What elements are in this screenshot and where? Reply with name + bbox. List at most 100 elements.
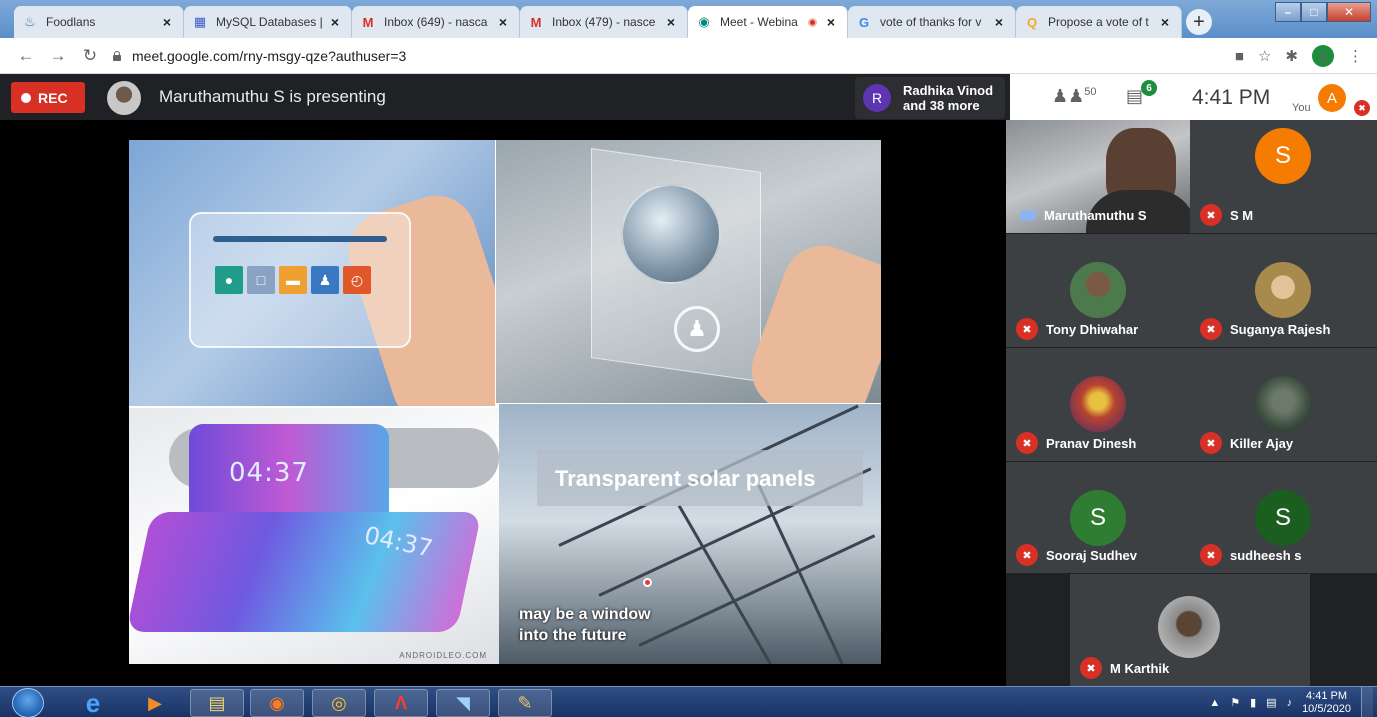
- speaking-indicator-icon: ▮▮▮: [1019, 207, 1036, 222]
- participant-name: Pranav Dinesh: [1046, 435, 1137, 451]
- join-line-2: and 38 more: [903, 98, 980, 113]
- taskbar-clock[interactable]: 4:41 PM 10/5/2020: [1302, 690, 1351, 716]
- participant-tile[interactable]: ✖ Suganya Rajesh: [1190, 234, 1377, 347]
- acrobat-icon[interactable]: Λ: [374, 689, 428, 717]
- tab-propose-vote[interactable]: Q Propose a vote of t ×: [1016, 6, 1182, 38]
- volume-icon[interactable]: ♪: [1287, 697, 1293, 709]
- close-icon[interactable]: ×: [1157, 14, 1173, 30]
- participant-photo: [1070, 376, 1126, 432]
- tray-expand-icon[interactable]: ▲: [1209, 697, 1220, 709]
- mic-off-icon: ✖: [1200, 432, 1222, 454]
- tab-foodlans[interactable]: ♨ Foodlans ×: [14, 6, 184, 38]
- tab-label: vote of thanks for v: [880, 15, 982, 29]
- taskbar-date: 10/5/2020: [1302, 702, 1351, 715]
- tab-label: Foodlans: [46, 15, 96, 29]
- mysql-icon: ▦: [193, 14, 207, 29]
- forward-arrow-icon[interactable]: →: [48, 46, 68, 66]
- media-player-icon[interactable]: ▶: [128, 689, 182, 717]
- glass-phone-shape: ● □ ▬ ♟ ◴: [189, 212, 411, 348]
- participant-photo: [1255, 376, 1311, 432]
- participant-tile[interactable]: ✖ M Karthik: [1070, 574, 1310, 686]
- participant-name: sudheesh s: [1230, 547, 1302, 563]
- tab-inbox-649[interactable]: M Inbox (649) - nasca ×: [352, 6, 520, 38]
- extensions-puzzle-icon[interactable]: ✱: [1285, 47, 1298, 65]
- close-icon[interactable]: ×: [159, 14, 175, 30]
- close-icon[interactable]: ×: [327, 14, 343, 30]
- participant-label: ✖ Killer Ajay: [1200, 432, 1293, 454]
- tab-vote-of-thanks[interactable]: G vote of thanks for v ×: [848, 6, 1016, 38]
- participant-name: S M: [1230, 207, 1254, 223]
- star-bookmark-icon[interactable]: ☆: [1258, 47, 1271, 65]
- chat-badge: 6: [1141, 80, 1157, 96]
- meet-top-bar: REC Maruthamuthu S is presenting R Radhi…: [0, 74, 1377, 120]
- presentation-stage[interactable]: ● □ ▬ ♟ ◴ ♟ 04:37 04:37 ANDROIDLEO.COM T…: [0, 120, 1006, 686]
- slide-image-transparent-phone: ● □ ▬ ♟ ◴: [129, 140, 495, 406]
- laser-pointer-cursor: [643, 578, 652, 587]
- participant-photo: [1158, 596, 1220, 658]
- url-text: meet.google.com/rny-msgy-qze?authuser=3: [132, 48, 407, 64]
- ie-icon[interactable]: e: [66, 688, 120, 717]
- presenter-avatar: [107, 81, 141, 115]
- show-desktop-button[interactable]: [1361, 687, 1373, 717]
- close-icon[interactable]: ×: [663, 14, 679, 30]
- participant-name: Sooraj Sudhev: [1046, 547, 1138, 563]
- people-button[interactable]: ♟♟50: [1052, 86, 1097, 107]
- close-icon[interactable]: ×: [495, 14, 511, 30]
- mic-off-icon: ✖: [1354, 100, 1370, 116]
- you-label: You: [1292, 102, 1311, 114]
- participant-tile[interactable]: S ✖ sudheesh s: [1190, 462, 1377, 573]
- participant-tile[interactable]: ✖ Killer Ajay: [1190, 348, 1377, 461]
- tab-inbox-479[interactable]: M Inbox (479) - nasce ×: [520, 6, 688, 38]
- minimize-button[interactable]: –: [1275, 2, 1301, 22]
- join-line-1: Radhika Vinod: [903, 83, 994, 98]
- participant-tile[interactable]: ✖ Tony Dhiwahar: [1006, 234, 1190, 347]
- close-icon[interactable]: ×: [823, 14, 839, 30]
- tab-meet-webinar[interactable]: ◉ Meet - Webina ×: [688, 6, 848, 38]
- participant-avatar: S: [1255, 128, 1311, 184]
- participant-name: Tony Dhiwahar: [1046, 321, 1139, 337]
- account-avatar[interactable]: a: [1312, 45, 1334, 67]
- quora-icon: Q: [1026, 14, 1038, 30]
- tab-mysql[interactable]: ▦ MySQL Databases | ×: [184, 6, 352, 38]
- menu-kebab-icon[interactable]: ⋮: [1348, 47, 1363, 65]
- reload-icon[interactable]: ↻: [80, 46, 100, 66]
- close-window-button[interactable]: ✕: [1327, 2, 1371, 22]
- new-tab-button[interactable]: +: [1186, 9, 1212, 35]
- recording-button[interactable]: REC: [11, 82, 85, 113]
- recording-indicator-icon: [808, 17, 817, 27]
- flag-icon[interactable]: ⚑: [1230, 696, 1240, 709]
- window-icon[interactable]: ◥: [436, 689, 490, 717]
- network-icon[interactable]: ▤: [1266, 696, 1276, 709]
- participant-label: ✖ Suganya Rajesh: [1200, 318, 1330, 340]
- participant-tile[interactable]: S ✖ Sooraj Sudhev: [1006, 462, 1190, 573]
- people-icon: ♟♟: [1052, 86, 1085, 106]
- start-button[interactable]: [12, 688, 44, 717]
- file-explorer-icon[interactable]: ▤: [190, 689, 244, 717]
- camera-icon[interactable]: ■: [1235, 48, 1244, 65]
- mic-off-icon: ✖: [1200, 204, 1222, 226]
- firefox-icon[interactable]: ◉: [250, 689, 304, 717]
- battery-icon[interactable]: ▮: [1250, 696, 1256, 709]
- self-avatar[interactable]: A: [1318, 84, 1346, 112]
- close-icon[interactable]: ×: [991, 14, 1007, 30]
- participant-label: ✖ Sooraj Sudhev: [1016, 544, 1137, 566]
- participant-tile[interactable]: ✖ Pranav Dinesh: [1006, 348, 1190, 461]
- back-arrow-icon[interactable]: ←: [16, 46, 36, 66]
- chrome-icon[interactable]: ◎: [312, 689, 366, 717]
- globe-shape: [621, 184, 721, 284]
- record-dot-icon: [21, 92, 31, 103]
- paint-icon[interactable]: ✎: [498, 689, 552, 717]
- browser-tab-strip: ♨ Foodlans × ▦ MySQL Databases | × M Inb…: [0, 0, 1377, 38]
- gmail-icon: M: [362, 14, 374, 30]
- participant-name: M Karthik: [1110, 660, 1170, 676]
- mic-off-icon: ✖: [1080, 657, 1102, 679]
- url-omnibox[interactable]: meet.google.com/rny-msgy-qze?authuser=3: [112, 44, 1182, 68]
- tab-label: Meet - Webina: [720, 15, 798, 29]
- participant-tile[interactable]: S ✖ S M: [1190, 120, 1377, 233]
- solar-subtitle-line-1: may be a window: [519, 606, 651, 623]
- foodlans-icon: ♨: [24, 14, 36, 29]
- mic-off-icon: ✖: [1016, 432, 1038, 454]
- participant-tile[interactable]: ▮▮▮ Maruthamuthu S: [1006, 120, 1190, 233]
- join-notification[interactable]: R Radhika Vinod and 38 more: [855, 77, 1005, 119]
- maximize-button[interactable]: □: [1301, 2, 1327, 22]
